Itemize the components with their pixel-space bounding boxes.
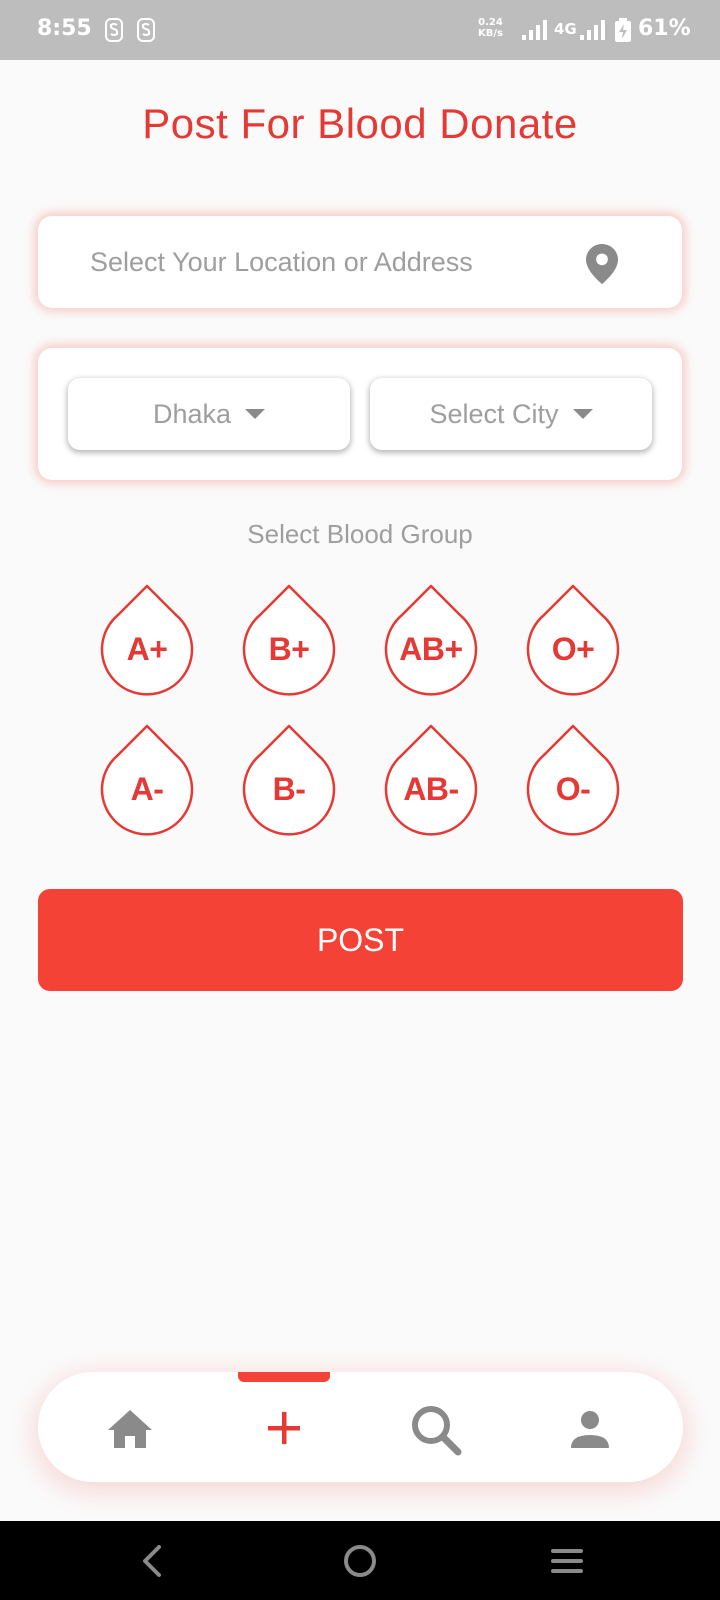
bottom-navigation (38, 1372, 683, 1482)
page-title: Post For Blood Donate (142, 100, 578, 147)
blood-group-label-text: AB- (403, 771, 459, 807)
location-pin-icon[interactable] (586, 244, 618, 284)
blood-group-label-text: B- (272, 771, 306, 807)
blood-group-ab-negative[interactable]: AB- (383, 723, 479, 837)
status-time: 8:55 (37, 16, 92, 41)
blood-group-o-positive[interactable]: O+ (525, 583, 621, 697)
blood-group-label-text: B+ (268, 631, 310, 667)
battery-charging-icon (615, 18, 631, 42)
network-speed-unit: KB/s (478, 28, 503, 39)
system-navigation-bar (0, 1521, 720, 1600)
location-card (38, 216, 682, 308)
blood-group-a-negative[interactable]: A- (99, 723, 195, 837)
search-icon[interactable] (408, 1402, 464, 1458)
signal-icon (522, 20, 547, 40)
blood-group-label: Select Blood Group (247, 519, 473, 549)
active-tab-indicator (238, 1372, 330, 1382)
status-bar: 8:55 0.24 KB/s 4G 61% (0, 0, 720, 60)
network-speed: 0.24 KB/s (478, 17, 503, 39)
network-type: 4G (554, 20, 577, 38)
blood-group-b-positive[interactable]: B+ (241, 583, 337, 697)
blood-group-o-negative[interactable]: O- (525, 723, 621, 837)
region-card: Dhaka Select City (38, 348, 682, 480)
profile-icon[interactable] (562, 1402, 618, 1458)
home-icon[interactable] (102, 1402, 158, 1458)
caret-down-icon (245, 409, 266, 419)
location-input[interactable] (90, 242, 570, 282)
sim-s-icon (137, 18, 155, 42)
blood-group-label-text: A- (130, 771, 164, 807)
blood-group-label-text: AB+ (399, 631, 463, 667)
sim-s-icon (105, 18, 123, 42)
battery-percent: 61% (638, 16, 691, 41)
add-icon[interactable] (256, 1402, 312, 1458)
home-circle-icon[interactable] (340, 1541, 380, 1581)
blood-group-b-negative[interactable]: B- (241, 723, 337, 837)
signal-icon (580, 20, 605, 40)
city-dropdown[interactable]: Select City (370, 378, 652, 450)
blood-group-a-positive[interactable]: A+ (99, 583, 195, 697)
blood-group-label-text: O+ (551, 631, 595, 667)
city-value: Select City (429, 398, 559, 429)
menu-icon[interactable] (548, 1541, 588, 1581)
network-speed-value: 0.24 (478, 17, 503, 28)
caret-down-icon (572, 409, 593, 419)
division-dropdown[interactable]: Dhaka (68, 378, 350, 450)
division-value: Dhaka (152, 398, 232, 429)
blood-group-label-text: A+ (126, 631, 168, 667)
blood-group-ab-positive[interactable]: AB+ (383, 583, 479, 697)
post-button[interactable]: POST (38, 889, 683, 991)
blood-group-label-text: O- (555, 771, 591, 807)
back-icon[interactable] (134, 1541, 174, 1581)
